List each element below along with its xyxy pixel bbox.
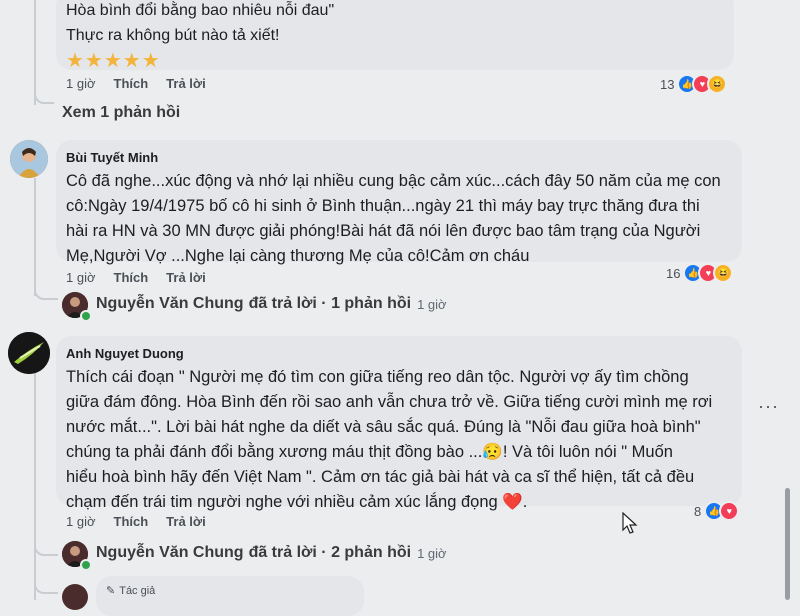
haha-reaction-icon: 😆 (713, 263, 734, 283)
comment-line: cô:Ngày 19/4/1975 bố cô hi sinh ở Bình t… (66, 197, 700, 215)
comment-actions: 1 giờ Thích Trả lời (66, 270, 206, 285)
comment-line: Thực ra không bút nào tả xiết! (66, 27, 280, 44)
reply-summary-time: 1 giờ (417, 296, 447, 312)
comment-line: hài ra HN và 30 MN được giải phóng!Bài h… (66, 222, 701, 240)
pencil-icon: ✎ (106, 585, 116, 597)
reaction-count: 8 (694, 503, 702, 519)
comment-line: Cô đã nghe...xúc động và nhớ lại nhiều c… (66, 172, 721, 190)
reply-author-name: Nguyễn Văn Chung (96, 544, 244, 561)
author-badge: Tác giả (119, 584, 156, 597)
comment-line: Mẹ,Người Vợ ...Nghe lại càng thương Mẹ c… (66, 247, 530, 265)
comment-time[interactable]: 1 giờ (66, 514, 96, 529)
reply-button[interactable]: Trả lời (166, 270, 206, 285)
thread-line-comment1 (34, 178, 36, 296)
avatar-image-icon (10, 140, 48, 178)
reply-button[interactable]: Trả lời (166, 76, 206, 91)
reaction-summary[interactable]: 8 👍 ♥ (694, 501, 740, 521)
comment-bubble: Anh Nguyet Duong Thích cái đoạn " Người … (56, 336, 742, 511)
reaction-count: 16 (666, 265, 681, 281)
comment-actions: 1 giờ Thích Trả lời (66, 514, 206, 529)
avatar-image-icon (8, 332, 50, 374)
star-rating: ★★★★★ (66, 50, 161, 72)
mouse-cursor-icon (622, 512, 638, 534)
comment-line: Hòa bình đổi bằng bao nhiêu nỗi đau" (66, 2, 335, 19)
thread-elbow-top (34, 88, 54, 104)
reaction-summary[interactable]: 16 👍 ♥ 😆 (666, 263, 734, 283)
comment-line: giữa đám đông. Hòa Bình đến rồi sao anh … (66, 393, 713, 411)
like-button[interactable]: Thích (114, 270, 149, 285)
thread-elbow-comment2-a (34, 536, 58, 556)
comment-time[interactable]: 1 giờ (66, 270, 96, 285)
comment-bubble: Hòa bình đổi bằng bao nhiêu nỗi đau" Thự… (56, 0, 734, 72)
avatar[interactable] (8, 332, 50, 374)
comment-line: nước mắt...". Lời bài hát nghe da diết v… (66, 418, 701, 436)
replies-summary-link[interactable]: Nguyễn Văn Chung đã trả lời · 1 phản hồi… (96, 295, 447, 313)
thread-elbow-comment2-b (34, 572, 58, 594)
comment-line: hiểu hoà bình hãy đến Việt Nam ". Cảm ơn… (66, 468, 695, 486)
avatar[interactable] (10, 140, 48, 178)
thread-elbow-comment1 (34, 280, 58, 300)
avatar[interactable] (62, 584, 88, 610)
comment-bubble: Bùi Tuyết Minh Cô đã nghe...xúc động và … (56, 140, 742, 265)
reply-summary-text: đã trả lời · 1 phản hồi (248, 295, 412, 312)
thread-line-comment2 (34, 372, 36, 600)
reply-author-name: Nguyễn Văn Chung (96, 295, 244, 312)
reply-summary-text: đã trả lời · 2 phản hồi (248, 544, 412, 561)
comment-author[interactable]: Anh Nguyet Duong (66, 346, 728, 361)
reaction-count: 13 (660, 76, 675, 92)
reaction-summary[interactable]: 13 👍 ♥ 😆 (660, 74, 728, 94)
comment-line: Thích cái đoạn " Người mẹ đó tìm con giữ… (66, 368, 689, 386)
view-replies-link[interactable]: Xem 1 phản hồi (62, 104, 180, 122)
like-button[interactable]: Thích (114, 76, 149, 91)
love-reaction-icon: ♥ (719, 501, 740, 521)
replies-summary-link[interactable]: Nguyễn Văn Chung đã trả lời · 2 phản hồi… (96, 544, 447, 562)
online-status-icon (80, 559, 92, 571)
more-options-button[interactable]: ··· (758, 396, 779, 417)
comment-line: chúng ta phải đánh đổi bằng xương máu th… (66, 443, 673, 461)
reply-button[interactable]: Trả lời (166, 514, 206, 529)
scrollbar-thumb[interactable] (785, 488, 790, 600)
reply-summary-time: 1 giờ (417, 545, 447, 561)
comment-time[interactable]: 1 giờ (66, 76, 96, 91)
haha-reaction-icon: 😆 (707, 74, 728, 94)
online-status-icon (80, 310, 92, 322)
reply-bubble: ✎ Tác giả (96, 576, 364, 616)
like-button[interactable]: Thích (114, 514, 149, 529)
comment-actions: 1 giờ Thích Trả lời (66, 76, 206, 91)
comment-author[interactable]: Bùi Tuyết Minh (66, 150, 728, 165)
